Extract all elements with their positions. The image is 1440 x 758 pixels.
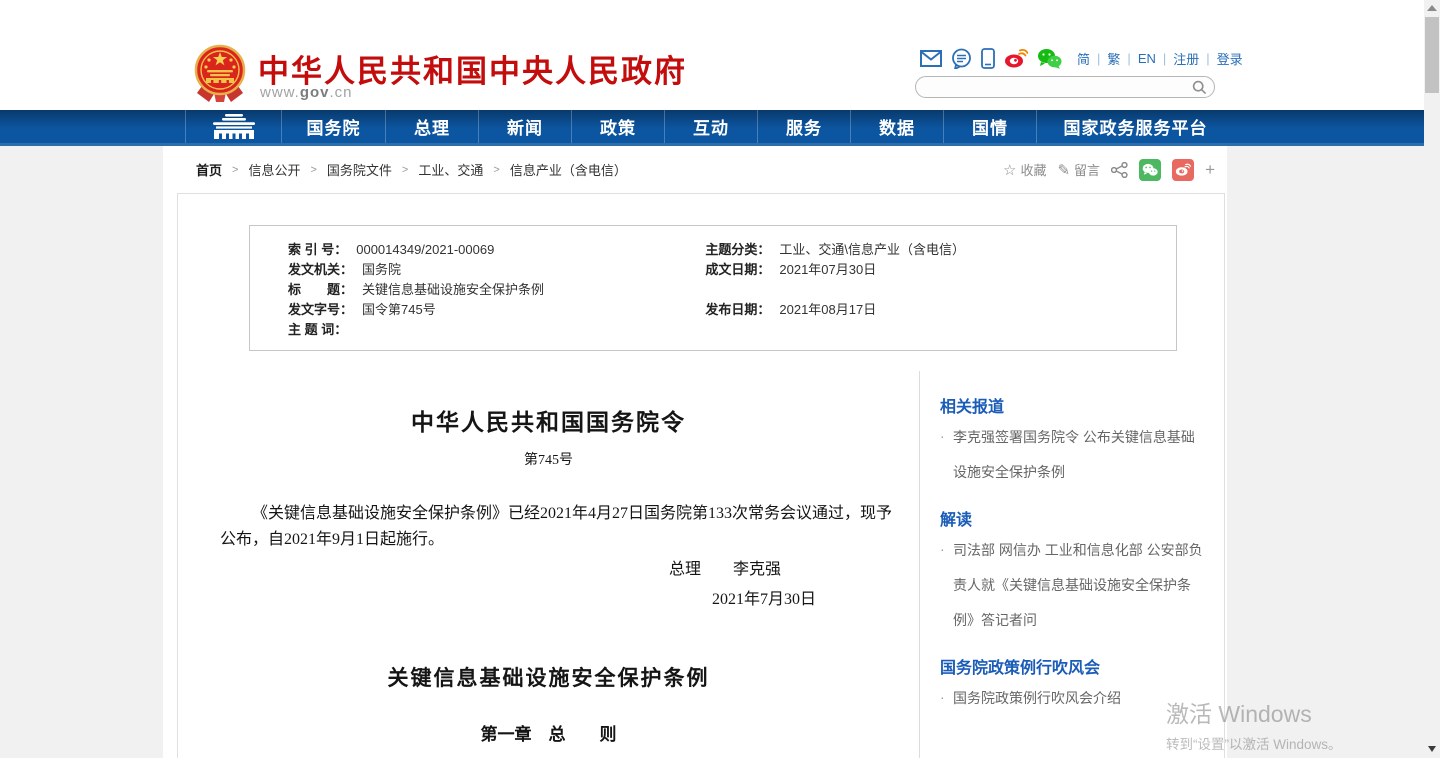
nav-tab-zhengwu-platform[interactable]: 国家政务服务平台 [1036, 110, 1234, 143]
signer-line: 总理 李克强 [178, 559, 919, 581]
nav-tab-zongli[interactable]: 总理 [385, 110, 478, 143]
scrollbar-thumb[interactable] [1425, 17, 1439, 93]
sign-date: 2021年7月30日 [178, 589, 919, 611]
law-title: 关键信息基础设施安全保护条例 [178, 663, 919, 693]
breadcrumb: 首页 > 信息公开 > 国务院文件 > 工业、交通 > 信息产业（含电信） ☆收… [163, 146, 1227, 193]
scrollbar-down-arrow-icon[interactable] [1428, 746, 1436, 752]
sidebar-link-related-report[interactable]: ·李克强签署国务院令 公布关键信息基础设施安全保护条例 [940, 420, 1206, 490]
weibo-share-icon[interactable] [1172, 159, 1194, 181]
related-sidebar: 相关报道 ·李克强签署国务院令 公布关键信息基础设施安全保护条例 解读 ·司法部… [919, 371, 1224, 758]
nav-tab-hudong[interactable]: 互动 [664, 110, 757, 143]
search-icon[interactable] [1192, 80, 1207, 95]
mail-icon[interactable] [920, 50, 942, 67]
weibo-icon[interactable] [1004, 48, 1028, 68]
message-icon[interactable] [951, 48, 972, 69]
vertical-scrollbar[interactable] [1424, 0, 1440, 758]
meta-row: 发布日期：2021年08月17日 [705, 300, 1176, 320]
sidebar-link-interpretation[interactable]: ·司法部 网信办 工业和信息化部 公安部负责人就《关键信息基础设施安全保护条例》… [940, 533, 1206, 638]
breadcrumb-xinxigongkai[interactable]: 信息公开 [248, 160, 300, 179]
nav-spacer [0, 110, 185, 143]
meta-row: 主 题 词： [288, 320, 705, 340]
meta-row: 主题分类：工业、交通\信息产业（含电信） [705, 240, 1176, 260]
nav-tab-fuwu[interactable]: 服务 [757, 110, 850, 143]
mobile-icon[interactable] [981, 48, 995, 69]
nav-tab-shuju[interactable]: 数据 [850, 110, 943, 143]
link-register[interactable]: 注册 [1171, 49, 1201, 68]
breadcrumb-gongye-jiaotong[interactable]: 工业、交通 [418, 160, 483, 179]
page-viewport: 中华人民共和国中央人民政府 www.gov.cn [0, 0, 1424, 758]
search-input[interactable] [928, 78, 1186, 96]
wechat-share-icon[interactable] [1139, 159, 1161, 181]
wechat-icon[interactable] [1037, 48, 1062, 69]
site-url: www.gov.cn [260, 84, 353, 101]
meta-left-column: 索 引 号：000014349/2021-00069 发文机关：国务院 标 题：… [288, 240, 705, 340]
meta-row: 发文机关：国务院 [288, 260, 705, 280]
link-traditional[interactable]: 繁 [1105, 49, 1122, 68]
decree-number: 第745号 [178, 451, 919, 471]
page-tools: ☆收藏 ✎留言 + [1003, 159, 1215, 181]
link-english[interactable]: EN [1136, 51, 1158, 66]
nav-tab-guowuyuan[interactable]: 国务院 [281, 110, 385, 143]
nav-tab-guoqing[interactable]: 国情 [943, 110, 1036, 143]
header-tools: 简 | 繁 | EN | 注册 | 登录 [920, 46, 1245, 70]
meta-row: 发文字号：国令第745号 [288, 300, 705, 320]
search-box [915, 76, 1215, 98]
document-content: 中华人民共和国国务院令 第745号 《关键信息基础设施安全保护条例》已经2021… [178, 371, 919, 758]
sidebar-section-interpretation: 解读 [940, 506, 1206, 530]
decree-title: 中华人民共和国国务院令 [178, 407, 919, 439]
breadcrumb-xinxi-chanye[interactable]: 信息产业（含电信） [510, 160, 627, 179]
document-body: 中华人民共和国国务院令 第745号 《关键信息基础设施安全保护条例》已经2021… [178, 371, 1224, 758]
scrollbar-up-arrow-icon[interactable] [1427, 5, 1437, 11]
chapter-heading: 第一章 总 则 [178, 723, 919, 747]
more-tools-button[interactable]: + [1205, 160, 1215, 180]
page-area: 首页 > 信息公开 > 国务院文件 > 工业、交通 > 信息产业（含电信） ☆收… [0, 146, 1424, 758]
document-container: 索 引 号：000014349/2021-00069 发文机关：国务院 标 题：… [177, 193, 1225, 758]
main-column: 首页 > 信息公开 > 国务院文件 > 工业、交通 > 信息产业（含电信） ☆收… [163, 146, 1227, 758]
quick-links: 简 | 繁 | EN | 注册 | 登录 [1075, 49, 1245, 68]
breadcrumb-guowuyuan-wenjian[interactable]: 国务院文件 [327, 160, 392, 179]
share-icon[interactable] [1111, 162, 1128, 178]
decree-paragraph: 《关键信息基础设施安全保护条例》已经2021年4月27日国务院第133次常务会议… [220, 501, 895, 553]
site-header: 中华人民共和国中央人民政府 www.gov.cn [0, 0, 1424, 110]
nav-tab-zhengce[interactable]: 政策 [571, 110, 664, 143]
nav-home-tab[interactable] [185, 110, 281, 143]
sidebar-section-policy-briefing: 国务院政策例行吹风会 [940, 654, 1206, 678]
home-icon [211, 114, 257, 139]
national-emblem-logo[interactable] [194, 44, 246, 102]
main-nav: 国务院 总理 新闻 政策 互动 服务 数据 国情 国家政务服务平台 [0, 110, 1424, 146]
meta-row: 成文日期：2021年07月30日 [705, 260, 1176, 280]
meta-right-column: 主题分类：工业、交通\信息产业（含电信） 成文日期：2021年07月30日 发布… [705, 240, 1176, 340]
sidebar-link-policy-briefing[interactable]: ·国务院政策例行吹风会介绍 [940, 681, 1206, 716]
breadcrumb-home[interactable]: 首页 [196, 160, 222, 179]
browser-page: 中华人民共和国中央人民政府 www.gov.cn [0, 0, 1440, 758]
meta-row: 索 引 号：000014349/2021-00069 [288, 240, 705, 260]
document-meta-table: 索 引 号：000014349/2021-00069 发文机关：国务院 标 题：… [249, 225, 1177, 351]
meta-row: 标 题：关键信息基础设施安全保护条例 [288, 280, 705, 300]
nav-tab-xinwen[interactable]: 新闻 [478, 110, 571, 143]
sidebar-section-related-reports: 相关报道 [940, 393, 1206, 417]
link-simplified[interactable]: 简 [1075, 49, 1092, 68]
star-icon: ☆ [1003, 161, 1016, 179]
favorite-button[interactable]: ☆收藏 [1003, 160, 1046, 179]
pencil-icon: ✎ [1057, 161, 1070, 179]
meta-row [705, 280, 1176, 300]
comment-button[interactable]: ✎留言 [1057, 160, 1100, 179]
link-login[interactable]: 登录 [1215, 49, 1245, 68]
